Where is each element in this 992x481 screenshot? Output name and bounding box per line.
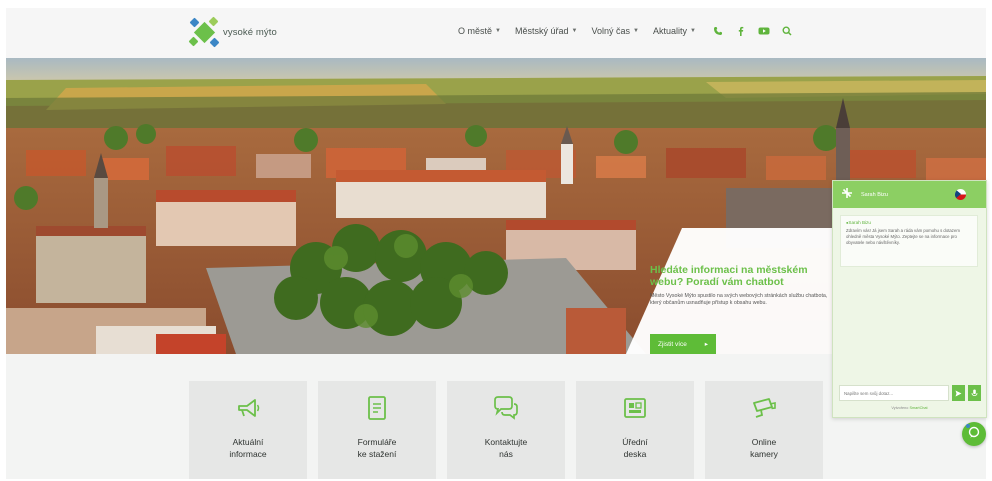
tile-label: Úřední deska	[622, 437, 648, 459]
nav-item-mestsky-urad[interactable]: Městský úřad ▼	[515, 26, 577, 36]
notice-board-icon	[621, 394, 649, 422]
chatbot-question-input[interactable]	[839, 385, 949, 401]
chatbot-message-text: Zdravím vás! Já jsem Sarah a ráda vám po…	[846, 228, 960, 245]
chatbot-message-sender: Sarah Bizu	[846, 220, 972, 225]
document-icon	[363, 394, 391, 422]
tile-label: Aktuální informace	[229, 437, 267, 459]
chatbot-footer-text: Vytvořeno	[891, 406, 909, 410]
nav-item-label: Městský úřad	[514, 26, 569, 36]
tile-kontaktujte-nas[interactable]: Kontaktujte nás	[447, 381, 565, 479]
hero-title: Hledáte informaci na městském webu? Pora…	[650, 264, 808, 288]
chat-bubbles-icon	[492, 394, 520, 422]
chevron-down-icon: ▼	[689, 28, 696, 34]
phone-icon[interactable]	[712, 25, 724, 37]
megaphone-icon	[234, 394, 262, 422]
nav-icons	[712, 25, 793, 37]
chevron-down-icon: ▼	[495, 28, 501, 34]
quick-link-tiles: Aktuální informace Formuláře ke stažení …	[189, 381, 823, 479]
nav-item-label: Aktuality	[652, 26, 687, 36]
tile-aktualni-informace[interactable]: Aktuální informace	[189, 381, 307, 479]
tile-label: Formuláře ke stažení	[357, 437, 397, 459]
tile-formulare[interactable]: Formuláře ke stažení	[318, 381, 436, 479]
search-icon[interactable]	[781, 25, 793, 37]
czech-flag-icon[interactable]	[955, 189, 966, 200]
send-icon[interactable]	[952, 385, 965, 401]
tile-uredni-deska[interactable]: Úřední deska	[576, 381, 694, 479]
site-header: vysoké mýto O městě ▼ Městský úřad ▼ Vol…	[6, 8, 986, 58]
chatbot-footer-brand[interactable]: SmartChat	[909, 406, 927, 410]
microphone-icon[interactable]	[968, 385, 981, 401]
nav-item-o-meste[interactable]: O městě ▼	[458, 26, 501, 36]
youtube-icon[interactable]	[758, 25, 770, 37]
nav-item-label: O městě	[458, 26, 493, 36]
tile-online-kamery[interactable]: Online kamery	[705, 381, 823, 479]
chatbot-footer: Vytvořeno SmartChat	[833, 406, 986, 410]
chevron-down-icon: ▼	[632, 28, 639, 34]
nav-item-volny-cas[interactable]: Volný čas ▼	[591, 26, 638, 36]
chat-icon	[968, 425, 980, 443]
logo-mark-icon	[188, 16, 220, 48]
arrow-right-icon: ▸	[704, 341, 708, 348]
tile-label: Kontaktujte nás	[484, 437, 528, 459]
main-nav: O městě ▼ Městský úřad ▼ Volný čas ▼ Akt…	[458, 25, 793, 37]
learn-more-button[interactable]: Zjistit více ▸	[650, 334, 716, 354]
nav-item-aktuality[interactable]: Aktuality ▼	[653, 26, 696, 36]
site-logo[interactable]: vysoké mýto	[188, 16, 277, 48]
facebook-icon[interactable]	[735, 25, 747, 37]
hero-description: Město Vysoké Mýto spustilo na svých webo…	[650, 293, 828, 306]
nav-item-label: Volný čas	[591, 26, 630, 36]
chatbot-input-row	[839, 385, 981, 401]
chatbot-header: Sarah Bizu	[833, 181, 986, 208]
chatbot-logo-icon	[841, 186, 853, 204]
chatbot-window: Sarah Bizu Sarah Bizu Zdravím vás! Já js…	[832, 180, 987, 418]
chevron-down-icon: ▼	[571, 28, 578, 34]
chatbot-title: Sarah Bizu	[861, 191, 888, 198]
chatbot-message: Sarah Bizu Zdravím vás! Já jsem Sarah a …	[840, 215, 978, 267]
camera-icon	[750, 394, 778, 422]
chatbot-toggle-button[interactable]	[962, 422, 986, 446]
logo-text: vysoké mýto	[223, 26, 277, 38]
tile-label: Online kamery	[750, 437, 778, 459]
learn-more-label: Zjistit více	[658, 340, 687, 348]
